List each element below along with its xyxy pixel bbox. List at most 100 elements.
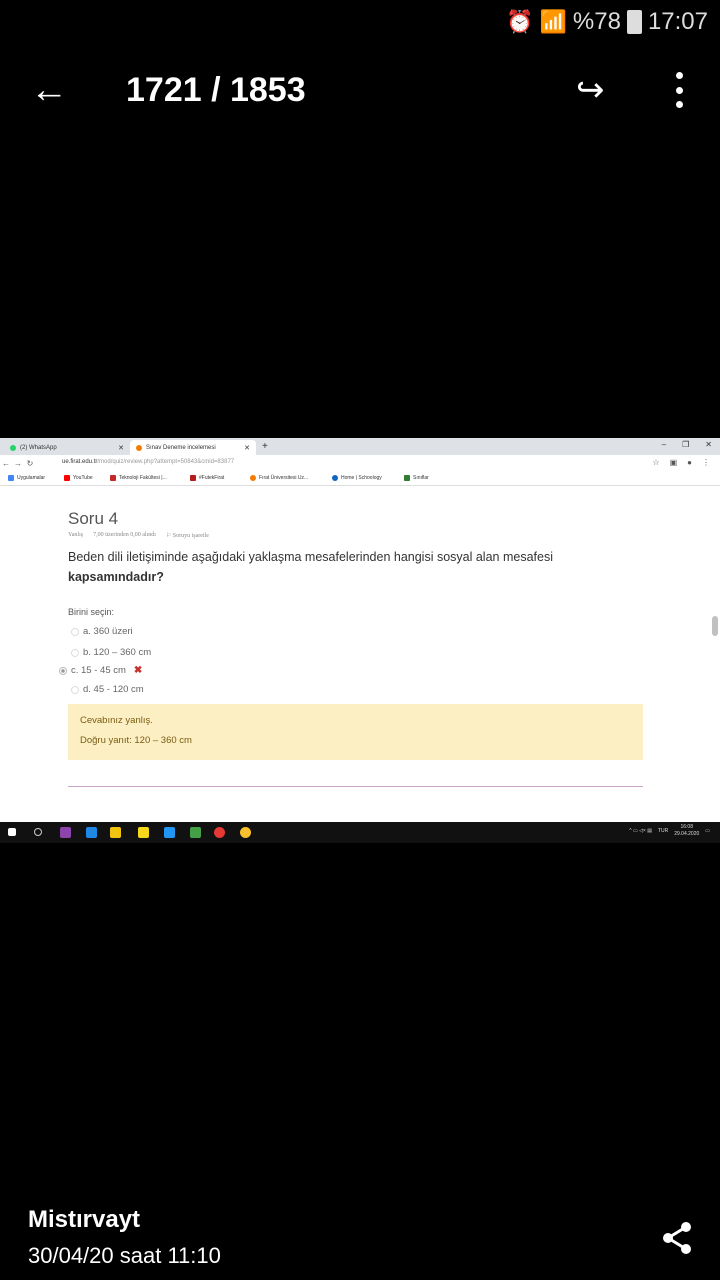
question-text: Beden dili iletişiminde aşağıdaki yaklaş… bbox=[68, 547, 628, 587]
bookmark-label: Teknoloji Fakültesi |... bbox=[119, 475, 167, 481]
mail-icon[interactable] bbox=[86, 827, 97, 838]
battery-percent: %78 bbox=[572, 8, 621, 35]
address-bar: ← → ↻ ue.firat.edu.tr/mod/quiz/review.ph… bbox=[0, 455, 720, 471]
window-controls: – ❐ ✕ bbox=[662, 440, 712, 449]
divider bbox=[68, 786, 643, 787]
extension-icon[interactable]: ▣ bbox=[670, 458, 678, 467]
menu-icon[interactable]: ⋮ bbox=[702, 458, 710, 467]
bookmark-label: Fırat Üniversitesi Uz... bbox=[259, 475, 309, 481]
bookmark-label: Sınıflar bbox=[413, 475, 429, 481]
bookmark-label: Uygulamalar bbox=[17, 475, 46, 481]
flag-icon: ⚐ bbox=[165, 533, 173, 539]
flag-label: Soruyu işaretle bbox=[172, 533, 209, 539]
radio-button[interactable] bbox=[71, 627, 79, 636]
share-icon[interactable] bbox=[660, 1220, 694, 1256]
moodle-icon bbox=[136, 444, 142, 451]
screenshot-image: (2) WhatsApp ✕ Sınav Deneme incelemesi ✕… bbox=[0, 438, 720, 843]
answer-option-b[interactable]: b. 120 – 360 cm bbox=[71, 647, 151, 658]
tab-label: (2) WhatsApp bbox=[20, 444, 57, 451]
forward-nav-icon[interactable]: → bbox=[12, 459, 24, 468]
wifi-icon: 📶 bbox=[539, 9, 567, 34]
quiz-page: Soru 4 Yanlış 7,00 üzerinden 0,00 alındı… bbox=[0, 486, 720, 822]
question-text-part2: kapsamındadır? bbox=[68, 570, 164, 584]
bookmark-schoology[interactable]: Home | Schoology bbox=[332, 475, 382, 481]
status-bar: ⏰ 📶 %78 17:07 bbox=[0, 0, 720, 44]
bookmark-apps[interactable]: Uygulamalar bbox=[8, 475, 45, 481]
answer-option-c[interactable]: c. 15 - 45 cm ✖ bbox=[59, 665, 142, 676]
option-label: a. 360 üzeri bbox=[83, 626, 133, 637]
new-tab-icon[interactable]: + bbox=[262, 441, 268, 452]
feedback-correct-answer: Doğru yanıt: 120 – 360 cm bbox=[80, 735, 192, 746]
visual-studio-icon[interactable] bbox=[60, 827, 71, 838]
address-actions: ☆ ▣ ● ⋮ bbox=[652, 458, 710, 467]
bookmark-label: YouTube bbox=[73, 475, 93, 481]
radio-button[interactable] bbox=[71, 648, 79, 657]
bookmark-teknoloji[interactable]: Teknoloji Fakültesi |... bbox=[110, 475, 167, 481]
chrome-icon[interactable] bbox=[214, 827, 225, 838]
photos-icon[interactable] bbox=[190, 827, 201, 838]
back-icon[interactable]: ← bbox=[0, 459, 12, 468]
choose-label: Birini seçin: bbox=[68, 607, 115, 617]
close-icon[interactable]: ✕ bbox=[244, 444, 250, 452]
windows-start-icon[interactable] bbox=[8, 828, 16, 836]
system-tray: ^ ▭ ◁× ▤ TUR 16:08 29.04.2020 ▭ bbox=[629, 824, 710, 838]
close-icon[interactable]: ✕ bbox=[118, 444, 124, 452]
minimize-icon[interactable]: – bbox=[662, 440, 666, 449]
more-options-icon[interactable] bbox=[664, 68, 694, 112]
back-arrow-icon[interactable]: ← bbox=[30, 70, 70, 110]
taskbar-time: 16:08 bbox=[680, 824, 693, 830]
answer-option-a[interactable]: a. 360 üzeri bbox=[71, 626, 133, 637]
bookmark-siniflar[interactable]: Sınıflar bbox=[404, 475, 429, 481]
image-datetime: 30/04/20 saat 11:10 bbox=[28, 1243, 221, 1268]
flag-question-link[interactable]: ⚐ Soruyu işaretle bbox=[166, 532, 209, 539]
star-icon[interactable]: ☆ bbox=[652, 458, 659, 467]
url-field[interactable]: ue.firat.edu.tr/mod/quiz/review.php?atte… bbox=[62, 459, 234, 465]
question-title: Soru 4 bbox=[68, 509, 119, 528]
bookmark-futek[interactable]: #FutekFirat bbox=[190, 475, 224, 481]
language-indicator[interactable]: TUR bbox=[658, 828, 668, 834]
bookmark-label: Home | Schoology bbox=[341, 475, 382, 481]
tray-icons[interactable]: ^ ▭ ◁× ▤ bbox=[629, 828, 652, 834]
profile-icon[interactable]: ● bbox=[687, 458, 692, 467]
taskbar-clock[interactable]: 16:08 29.04.2020 bbox=[674, 824, 699, 838]
bookmark-youtube[interactable]: YouTube bbox=[64, 475, 93, 481]
option-label: c. 15 - 45 cm bbox=[71, 665, 126, 676]
tab-quiz[interactable]: Sınav Deneme incelemesi ✕ bbox=[130, 440, 256, 455]
gallery-toolbar: ← 1721 / 1853 ↪ bbox=[0, 60, 720, 124]
status-time: 17:07 bbox=[647, 8, 708, 35]
store-icon[interactable] bbox=[110, 827, 121, 838]
radio-button[interactable] bbox=[71, 685, 79, 694]
answer-option-d[interactable]: d. 45 - 120 cm bbox=[71, 684, 144, 695]
battery-icon bbox=[626, 10, 642, 34]
bookmark-label: #FutekFirat bbox=[199, 475, 225, 481]
site-icon bbox=[250, 475, 256, 481]
browser-tabstrip: (2) WhatsApp ✕ Sınav Deneme incelemesi ✕… bbox=[0, 438, 720, 455]
chrome-active-icon[interactable] bbox=[240, 827, 251, 838]
question-info: Yanlış 7,00 üzerinden 0,00 alındı ⚐ Soru… bbox=[68, 532, 209, 539]
bookmark-firat[interactable]: Fırat Üniversitesi Uz... bbox=[250, 475, 308, 481]
search-icon[interactable] bbox=[34, 828, 42, 836]
site-icon bbox=[190, 475, 196, 481]
tab-whatsapp[interactable]: (2) WhatsApp ✕ bbox=[4, 440, 130, 455]
close-window-icon[interactable]: ✕ bbox=[705, 440, 712, 449]
incorrect-x-icon: ✖ bbox=[133, 665, 143, 676]
image-counter: 1721 / 1853 bbox=[126, 71, 306, 109]
sticky-notes-icon[interactable] bbox=[138, 827, 149, 838]
taskbar-date: 29.04.2020 bbox=[674, 831, 700, 837]
radio-button-selected[interactable] bbox=[59, 666, 67, 675]
whatsapp-icon bbox=[10, 444, 16, 451]
site-icon bbox=[110, 475, 116, 481]
vscode-icon[interactable] bbox=[164, 827, 175, 838]
reload-icon[interactable]: ↻ bbox=[24, 459, 36, 468]
maximize-icon[interactable]: ❐ bbox=[682, 440, 689, 449]
youtube-icon bbox=[64, 475, 70, 481]
tab-label: Sınav Deneme incelemesi bbox=[146, 444, 216, 451]
url-path: /mod/quiz/review.php?attempt=50843&cmid=… bbox=[97, 459, 235, 465]
notification-icon[interactable]: ▭ bbox=[705, 828, 710, 834]
forward-icon[interactable]: ↪ bbox=[576, 70, 605, 110]
feedback-box: Cevabınız yanlış. Doğru yanıt: 120 – 360… bbox=[68, 704, 643, 760]
scrollbar[interactable] bbox=[712, 616, 718, 636]
schoology-icon bbox=[332, 475, 338, 481]
classroom-icon bbox=[404, 475, 410, 481]
url-host: ue.firat.edu.tr bbox=[62, 459, 98, 465]
